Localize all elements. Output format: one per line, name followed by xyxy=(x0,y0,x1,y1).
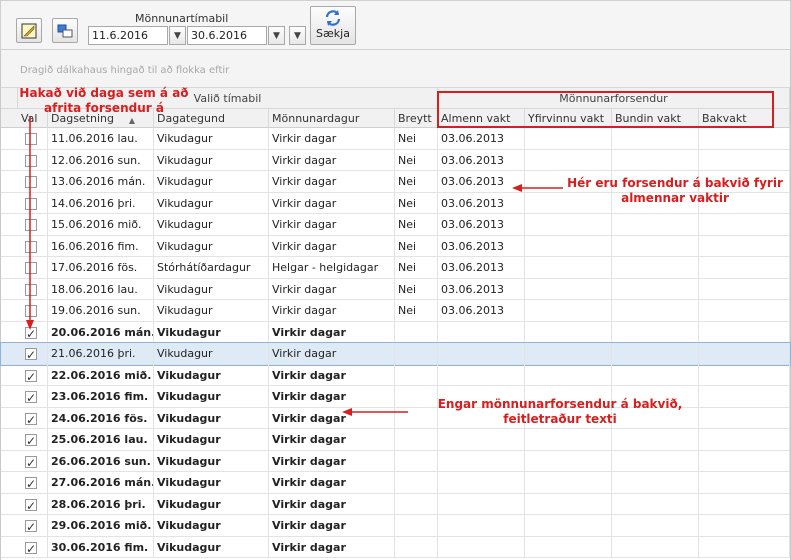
annotation-arrows xyxy=(26,117,563,416)
arrowhead-basis-behind xyxy=(512,184,522,192)
arrowhead-check-days xyxy=(26,320,34,330)
arrowhead-no-basis xyxy=(342,408,352,416)
